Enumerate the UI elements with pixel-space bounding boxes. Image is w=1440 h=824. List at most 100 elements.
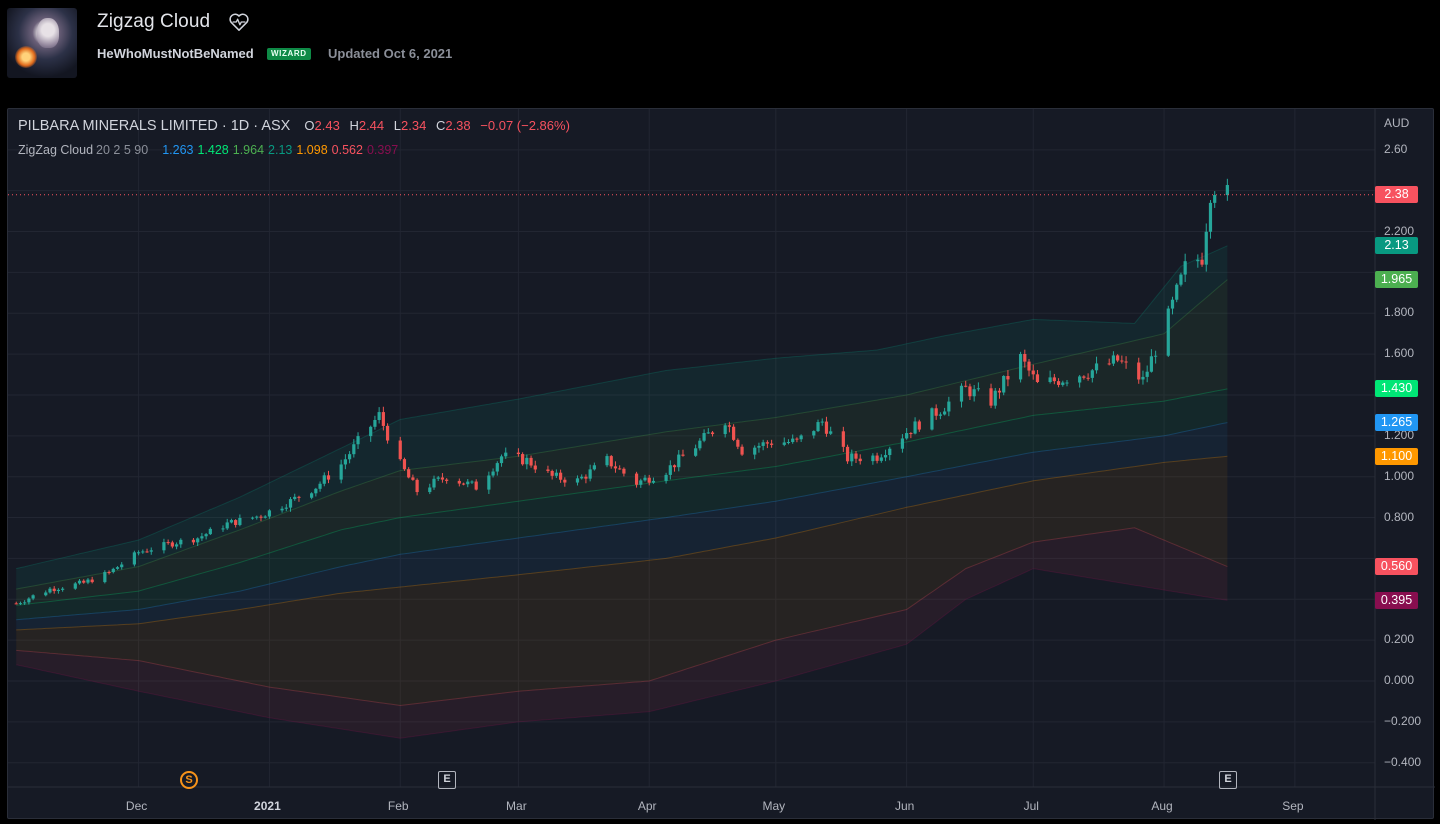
price-tick: −0.400 <box>1384 754 1422 769</box>
candle-body <box>698 440 702 449</box>
candle-body <box>348 454 352 460</box>
candle-body <box>141 551 145 553</box>
candle-body <box>905 433 909 439</box>
candle-body <box>1213 194 1217 203</box>
candle-body <box>930 408 934 430</box>
candle-body <box>694 448 698 456</box>
candle-body <box>90 579 94 583</box>
candle-body <box>369 426 373 437</box>
wizard-badge: WIZARD <box>267 48 311 60</box>
candle-body <box>326 475 331 480</box>
price-tick: 1.800 <box>1384 305 1415 320</box>
candle-body <box>377 412 381 421</box>
author-avatar[interactable] <box>7 8 77 78</box>
candle-body <box>14 603 18 605</box>
candle-body <box>1179 274 1183 285</box>
candle-body <box>1196 259 1200 262</box>
candle-body <box>563 479 567 483</box>
candle-body <box>86 579 90 583</box>
candle-body <box>947 401 951 412</box>
candle-body <box>474 481 478 490</box>
candle-body <box>799 435 803 440</box>
candle-body <box>1166 308 1170 356</box>
candle-body <box>1120 360 1124 362</box>
candle-body <box>1107 363 1111 365</box>
candle-body <box>1086 377 1090 379</box>
indicator-value: 0.397 <box>366 143 399 157</box>
candle-body <box>1090 370 1094 378</box>
earnings-event-icon[interactable]: E <box>1219 771 1237 789</box>
candle-body <box>681 454 685 456</box>
earnings-event-icon[interactable]: E <box>438 771 456 789</box>
price-tag: 1.965 <box>1375 271 1418 289</box>
price-tag: 0.560 <box>1375 558 1418 576</box>
candle-body <box>385 425 390 441</box>
candle-body <box>1018 354 1023 380</box>
author-name[interactable]: HeWhoMustNotBeNamed <box>97 46 254 61</box>
candle-body <box>1056 381 1061 385</box>
candle-body <box>1225 185 1229 195</box>
candle-body <box>111 568 115 573</box>
currency-label: AUD <box>1384 116 1410 130</box>
candle-body <box>288 499 293 508</box>
candle-body <box>487 475 491 490</box>
candle-body <box>191 539 196 543</box>
heart-pulse-icon[interactable] <box>228 12 250 32</box>
candle-body <box>495 463 499 472</box>
price-tag: 0.395 <box>1375 591 1418 609</box>
candle-body <box>732 426 736 440</box>
candle-body <box>402 459 407 470</box>
candle-body <box>753 447 757 455</box>
chart-container[interactable]: PILBARA MINERALS LIMITED · 1D · ASX O2.4… <box>7 108 1435 820</box>
time-tick: Feb <box>387 799 409 813</box>
price-tag: 1.430 <box>1375 380 1418 398</box>
candle-body <box>221 528 225 530</box>
candle-body <box>1065 382 1069 384</box>
candle-body <box>352 444 356 455</box>
candle-body <box>318 483 322 489</box>
candle-body <box>917 421 921 430</box>
indicator-name: ZigZag Cloud <box>18 143 94 157</box>
candle-body <box>103 572 107 583</box>
candle-body <box>668 465 672 475</box>
candle-body <box>1175 284 1179 300</box>
candle-body <box>1031 370 1035 375</box>
candle-body <box>516 452 520 455</box>
price-tick: 1.600 <box>1384 346 1415 361</box>
candle-body <box>812 431 816 436</box>
candle-body <box>56 589 61 592</box>
candle-body <box>411 477 415 480</box>
candle-body <box>445 479 449 481</box>
candle-body <box>765 442 769 444</box>
candle-body <box>559 472 563 480</box>
candle-body <box>989 388 993 406</box>
price-tick: −0.200 <box>1384 713 1422 728</box>
candle-body <box>225 522 229 529</box>
candle-body <box>993 390 997 406</box>
candle-body <box>162 542 166 551</box>
candle-body <box>976 388 980 390</box>
symbol-title[interactable]: PILBARA MINERALS LIMITED · 1D · ASX <box>18 118 290 134</box>
candle-body <box>322 475 326 484</box>
price-chart[interactable] <box>8 109 1435 820</box>
candle-body <box>1183 261 1187 275</box>
candle-body <box>504 452 508 457</box>
candle-body <box>428 487 432 493</box>
time-tick: Sep <box>1282 799 1304 813</box>
candle-body <box>1141 376 1145 380</box>
candle-body <box>250 517 255 519</box>
candle-body <box>816 422 820 432</box>
indicator-value: 1.964 <box>232 143 265 157</box>
split-event-icon[interactable]: S <box>180 771 198 789</box>
candle-body <box>850 453 854 462</box>
candle-body <box>546 469 550 471</box>
candle-body <box>461 483 466 485</box>
time-tick: 2021 <box>254 799 281 813</box>
candle-body <box>1035 374 1040 383</box>
price-tick: 1.000 <box>1384 468 1415 483</box>
candle-body <box>622 468 626 474</box>
candle-body <box>115 567 120 569</box>
price-tick: 0.000 <box>1384 673 1415 687</box>
symbol-legend: PILBARA MINERALS LIMITED · 1D · ASX O2.4… <box>18 118 576 134</box>
indicator-legend[interactable]: ZigZag Cloud 20 2 5 90 1.263 1.428 1.964 2.13… <box>18 143 402 157</box>
